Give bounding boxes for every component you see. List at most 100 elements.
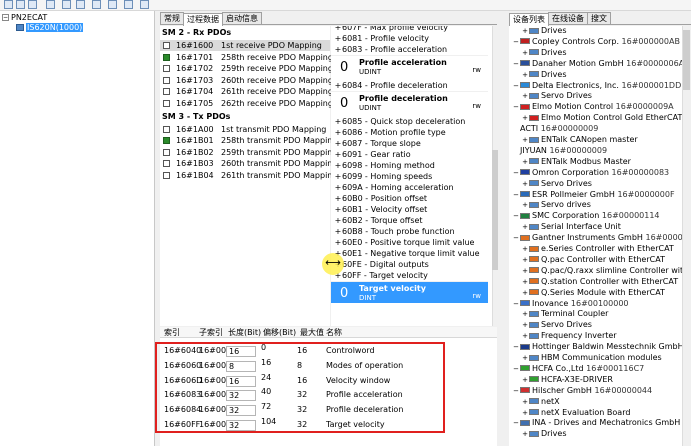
col-subindex[interactable]: 子索引 bbox=[199, 327, 223, 338]
collapse-icon[interactable]: − bbox=[512, 102, 520, 113]
pdo-row[interactable]: 16#1B03 260th transmit PDO Mapping bbox=[160, 158, 337, 169]
expand-icon[interactable]: + bbox=[521, 397, 529, 408]
pdo-checkbox[interactable] bbox=[163, 88, 170, 96]
expand-icon[interactable]: + bbox=[521, 309, 529, 320]
pdo-row[interactable]: 16#1705 262th receive PDO Mapping bbox=[160, 98, 333, 109]
object-list-item[interactable]: +6091 - Gear ratio bbox=[331, 149, 492, 160]
vendor-item[interactable]: − Elmo Motion Control 16#0000009A bbox=[509, 102, 691, 113]
expand-icon[interactable]: + bbox=[521, 157, 529, 168]
pdo-row[interactable]: 16#1702 259th receive PDO Mapping bbox=[160, 63, 333, 74]
vendor-item[interactable]: − HCFA Co.,Ltd 16#000116C7 bbox=[509, 364, 691, 375]
vendor-item[interactable]: − Inovance 16#00100000 bbox=[509, 299, 691, 310]
device-item[interactable]: + HCFA-X3E-DRIVER bbox=[509, 375, 691, 386]
expand-icon[interactable]: + bbox=[334, 182, 342, 193]
pdo-checkbox[interactable] bbox=[163, 100, 170, 107]
device-item[interactable]: + Q.pac/Q.raxx slimline Controller with bbox=[509, 266, 691, 277]
device-item[interactable]: + Q.station Controller with EtherCAT bbox=[509, 277, 691, 288]
pdo-row[interactable]: 16#1A00 1st transmit PDO Mapping bbox=[160, 124, 330, 135]
pdo-row[interactable]: 16#1B02 259th transmit PDO Mapping bbox=[160, 147, 337, 158]
object-value-entry[interactable]: 0 Target velocity DINT rw bbox=[331, 281, 488, 303]
expand-icon[interactable]: + bbox=[334, 80, 342, 91]
collapse-icon[interactable]: − bbox=[512, 364, 520, 375]
expand-icon[interactable]: + bbox=[334, 33, 342, 44]
object-list-item[interactable]: +6084 - Profile deceleration bbox=[331, 80, 492, 91]
object-list-item[interactable]: +609A - Homing acceleration bbox=[331, 182, 492, 193]
expand-icon[interactable]: + bbox=[334, 171, 342, 182]
expand-icon[interactable]: + bbox=[521, 266, 529, 277]
expand-icon[interactable]: + bbox=[334, 138, 342, 149]
device-item[interactable]: + Drives bbox=[509, 429, 691, 440]
object-list-scroll-thumb[interactable] bbox=[492, 150, 498, 270]
pdo-row[interactable]: 16#1704 261th receive PDO Mapping bbox=[160, 86, 333, 97]
object-list-item[interactable]: +60B0 - Position offset bbox=[331, 193, 492, 204]
object-list-item[interactable]: +60FF - Target velocity bbox=[331, 270, 492, 281]
vendor-item[interactable]: − SMC Corporation 16#00000114 bbox=[509, 211, 691, 222]
expand-icon[interactable]: + bbox=[521, 331, 529, 342]
resize-cursor-icon[interactable]: ⟷ bbox=[324, 256, 342, 270]
expand-icon[interactable]: + bbox=[334, 44, 342, 55]
expand-icon[interactable]: + bbox=[334, 160, 342, 171]
object-list-item[interactable]: +6098 - Homing method bbox=[331, 160, 492, 171]
device-item[interactable]: + Drives bbox=[509, 48, 691, 59]
object-list-item[interactable]: +6099 - Homing speeds bbox=[331, 171, 492, 182]
expand-icon[interactable]: + bbox=[521, 135, 529, 146]
object-value-entry[interactable]: 0 Profile acceleration UDINT rw bbox=[331, 55, 488, 77]
object-list-item[interactable]: +60B2 - Torque offset bbox=[331, 215, 492, 226]
object-list-item[interactable]: +6081 - Profile velocity bbox=[331, 33, 492, 44]
expand-icon[interactable]: + bbox=[521, 113, 529, 124]
vendor-item[interactable]: − Hottinger Baldwin Messtechnik GmbH bbox=[509, 342, 691, 353]
vendor-item[interactable]: ACTI 16#00000009 bbox=[509, 124, 691, 135]
device-item[interactable]: + Elmo Motion Control Gold EtherCAT bbox=[509, 113, 691, 124]
tab-process-data[interactable]: 过程数据 bbox=[183, 13, 223, 26]
expand-icon[interactable]: + bbox=[521, 179, 529, 190]
tree-child-device[interactable]: IS620N(1000) bbox=[16, 23, 84, 32]
vendor-item[interactable]: − ESR Pollmeier GmbH 16#0000000F bbox=[509, 190, 691, 201]
expand-icon[interactable]: + bbox=[521, 375, 529, 386]
collapse-icon[interactable]: − bbox=[512, 59, 520, 70]
collapse-icon[interactable]: − bbox=[512, 233, 520, 244]
settings-icon[interactable] bbox=[140, 0, 149, 9]
device-item[interactable]: + Q.pac Controller with EtherCAT bbox=[509, 255, 691, 266]
expand-icon[interactable]: + bbox=[334, 193, 342, 204]
expand-icon[interactable]: + bbox=[521, 353, 529, 364]
object-value-entry[interactable]: 0 Profile deceleration UDINT rw bbox=[331, 91, 488, 113]
vendor-item[interactable]: − Omron Corporation 16#00000083 bbox=[509, 168, 691, 179]
col-offset[interactable]: 偏移(Bit) bbox=[263, 327, 296, 338]
pdo-row[interactable]: 16#1701 258th receive PDO Mapping bbox=[160, 52, 333, 63]
expand-icon[interactable]: + bbox=[334, 116, 342, 127]
pdo-checkbox[interactable] bbox=[163, 148, 170, 156]
collapse-icon[interactable]: − bbox=[512, 418, 520, 429]
collapse-icon[interactable]: − bbox=[512, 342, 520, 353]
save-icon[interactable] bbox=[28, 0, 37, 9]
collapse-icon[interactable]: − bbox=[2, 14, 9, 21]
object-list-item[interactable]: +60B1 - Velocity offset bbox=[331, 204, 492, 215]
tab-startup[interactable]: 启动信息 bbox=[222, 12, 262, 24]
object-list-item[interactable]: +6083 - Profile acceleration bbox=[331, 44, 492, 55]
open-folder-icon[interactable] bbox=[16, 0, 25, 9]
network-icon[interactable] bbox=[108, 0, 117, 9]
expand-icon[interactable]: + bbox=[334, 26, 342, 33]
col-name[interactable]: 名称 bbox=[326, 327, 342, 338]
collapse-icon[interactable]: − bbox=[512, 37, 520, 48]
tab-general[interactable]: 常规 bbox=[160, 12, 184, 24]
device-item[interactable]: + Drives bbox=[509, 26, 691, 37]
expand-icon[interactable]: + bbox=[521, 408, 529, 419]
pdo-checkbox[interactable] bbox=[163, 76, 170, 84]
device-item[interactable]: + Servo Drives bbox=[509, 91, 691, 102]
expand-icon[interactable]: + bbox=[521, 244, 529, 255]
collapse-icon[interactable]: − bbox=[512, 81, 520, 92]
collapse-icon[interactable]: − bbox=[512, 386, 520, 397]
expand-icon[interactable]: + bbox=[521, 91, 529, 102]
collapse-icon[interactable]: − bbox=[512, 211, 520, 222]
device-item[interactable]: + Servo Drives bbox=[509, 179, 691, 190]
object-list-item[interactable]: +6085 - Quick stop deceleration bbox=[331, 116, 492, 127]
pdo-row[interactable]: 16#1B04 261th transmit PDO Mapping bbox=[160, 170, 337, 181]
device-icon[interactable] bbox=[76, 0, 85, 9]
expand-icon[interactable]: + bbox=[521, 320, 529, 331]
expand-icon[interactable]: + bbox=[521, 70, 529, 81]
vendor-item[interactable]: − Hilscher GmbH 16#00000044 bbox=[509, 386, 691, 397]
object-list-item[interactable]: +607F - Max profile velocity bbox=[331, 26, 492, 33]
pdo-checkbox[interactable] bbox=[163, 137, 170, 145]
pdo-checkbox[interactable] bbox=[163, 42, 170, 49]
pdo-checkbox[interactable] bbox=[163, 65, 170, 73]
